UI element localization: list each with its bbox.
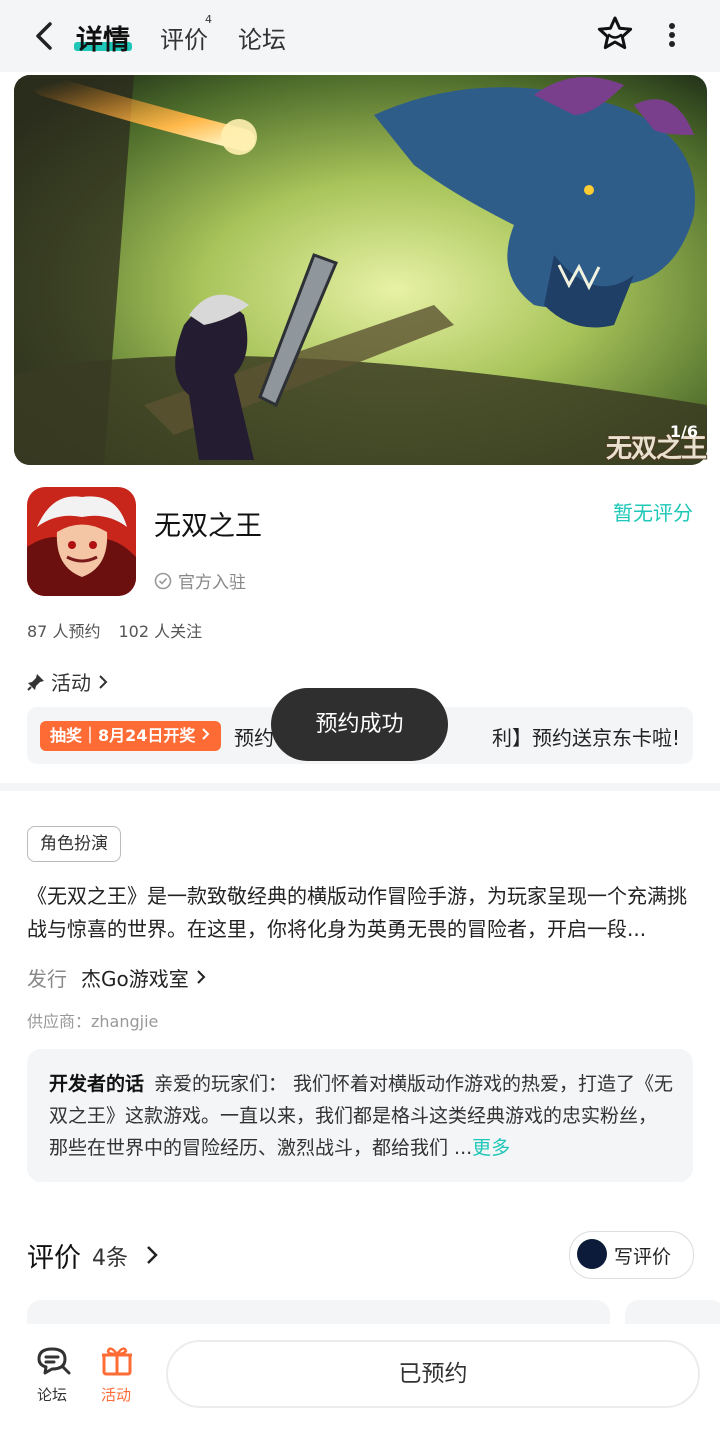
toast-message: 预约成功 [271,688,448,761]
gift-icon[interactable] [100,1343,134,1381]
reservation-count: 87 人预约 [27,622,101,641]
app-icon [27,487,136,596]
chevron-right-icon[interactable] [145,1244,159,1270]
supplier-info: 供应商：zhangjie [27,1012,159,1031]
reviews-count[interactable]: 4条 [92,1240,128,1272]
back-icon[interactable] [30,20,60,52]
genre-tag[interactable]: 角色扮演 [27,826,121,862]
activity-text-left: 预约 [234,726,274,750]
publisher-name: 杰Go游戏室 [81,967,189,991]
hero-banner-image[interactable] [14,75,707,465]
nav-forum-label[interactable]: 论坛 [37,1384,67,1405]
activity-title: 活动 [51,671,91,695]
publisher-label: 发行 [27,967,67,991]
reviews-title[interactable]: 评价 [27,1236,81,1275]
game-description[interactable]: 《无双之王》是一款致敬经典的横版动作冒险手游，为玩家呈现一个充满挑战与惊喜的世界… [27,880,693,946]
tab-reviews-badge: 4 [205,13,212,26]
more-options-icon[interactable] [664,20,680,50]
chevron-right-icon [202,728,210,740]
lottery-tag-label: 抽奖｜8月24日开奖 [50,726,196,745]
user-avatar [577,1239,607,1269]
tab-reviews[interactable]: 评价 [160,20,208,55]
official-badge: 官方入驻 [154,568,246,593]
developer-note-label: 开发者的话 [49,1073,145,1095]
nav-activity-label[interactable]: 活动 [101,1384,131,1405]
hero-image-counter: 1/6 [669,422,698,441]
reserved-button[interactable]: 已预约 [166,1340,700,1408]
lottery-tag[interactable]: 抽奖｜8月24日开奖 [40,721,221,751]
app-name: 无双之王 [154,511,262,542]
tab-details[interactable]: 详情 [76,18,130,57]
chevron-right-icon [99,674,108,689]
follower-count: 102 人关注 [118,622,203,641]
rating-status: 暂无评分 [613,501,693,525]
activity-header[interactable]: 活动 [27,667,109,696]
forum-icon[interactable] [35,1345,71,1381]
activity-text-right: 利】预约送京东卡啦! [492,726,681,750]
more-link[interactable]: 更多 [472,1137,510,1159]
tab-forum[interactable]: 论坛 [238,20,286,55]
publisher-row[interactable]: 发行 杰Go游戏室 [27,963,207,992]
write-review-label: 写评价 [614,1246,672,1268]
section-divider [0,783,720,791]
developer-note: 开发者的话 亲爱的玩家们： 我们怀着对横版动作游戏的热爱，打造了《无双之王》这款游… [49,1068,674,1164]
app-stats: 87 人预约 102 人关注 [27,618,202,642]
favorite-star-icon[interactable] [596,15,634,53]
official-label: 官方入驻 [178,573,246,593]
verified-check-icon [154,572,172,589]
chevron-right-icon [197,970,206,984]
pin-icon [27,673,44,691]
